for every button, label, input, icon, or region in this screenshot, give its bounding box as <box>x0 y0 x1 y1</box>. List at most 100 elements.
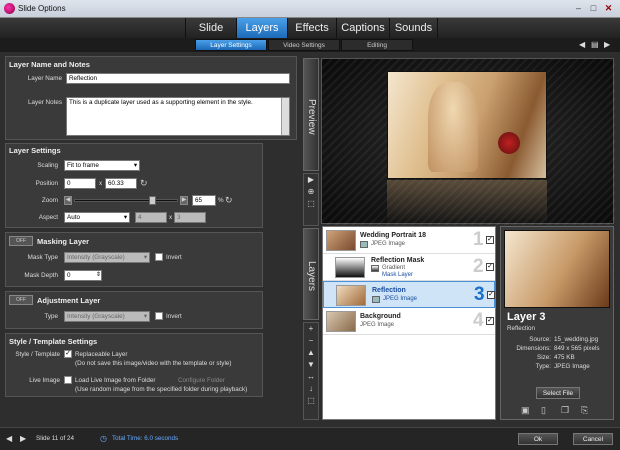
layer-tools: + − ▲ ▼ ↔ ↓ ⬚ <box>303 322 319 420</box>
replaceable-layer-checkbox[interactable]: ✓ <box>64 350 72 358</box>
layer-visible-checkbox[interactable]: ✓ <box>486 263 494 271</box>
close-icon[interactable]: ✕ <box>602 2 615 15</box>
play-icon[interactable]: ▶ <box>304 174 318 186</box>
paste-icon[interactable]: ⎘ <box>581 405 588 416</box>
layer-notes-label: Layer Notes <box>28 99 62 106</box>
position-separator: x <box>99 180 103 187</box>
section-heading: Layer Name and Notes <box>9 60 90 69</box>
adjustment-type-label: Type <box>44 313 58 320</box>
add-layer-icon[interactable]: + <box>304 323 318 335</box>
layer-item[interactable]: Wedding Portrait 18 JPEG Image 1 ✓ <box>323 227 495 254</box>
layer-visible-checkbox[interactable]: ✓ <box>486 317 494 325</box>
move-up-icon[interactable]: ▲ <box>304 347 318 359</box>
move-down-icon[interactable]: ▼ <box>304 359 318 371</box>
aspect-select[interactable]: Auto ▾ <box>64 212 130 223</box>
configure-folder-button[interactable]: Configure Folder <box>178 377 225 384</box>
next-arrow-icon[interactable]: ▶ <box>604 40 610 49</box>
zoom-slider-track[interactable] <box>74 196 178 205</box>
tab-layers[interactable]: Layers <box>236 18 287 38</box>
load-live-image-checkbox[interactable] <box>64 376 72 384</box>
arrow-down-icon[interactable]: ↓ <box>304 383 318 395</box>
preview-photo <box>387 71 547 179</box>
masking-toggle[interactable]: OFF <box>9 236 33 246</box>
layers-tab[interactable]: Layers <box>303 228 319 320</box>
mask-type-select-value: Intensity (Grayscale) <box>67 254 125 261</box>
maximize-icon[interactable]: □ <box>587 2 600 15</box>
dimensions-label: Dimensions: <box>516 345 551 352</box>
zoom-slider-handle[interactable] <box>149 196 156 205</box>
layer-item-selected[interactable]: Reflection JPEG Image 3 ✓ <box>323 281 495 308</box>
layer-item[interactable]: Reflection Mask Gradient Mask Layer 2 ✓ <box>323 254 495 281</box>
prev-slide-icon[interactable]: ◀ <box>6 434 12 443</box>
scaling-select[interactable]: Fit to frame ▾ <box>64 160 140 171</box>
preview-tab[interactable]: Preview <box>303 58 319 171</box>
zoom-decrease-icon[interactable]: ◀ <box>64 196 72 205</box>
tab-slide[interactable]: Slide <box>185 18 236 38</box>
layout-icon[interactable]: ▤ <box>591 40 599 49</box>
cancel-button[interactable]: Cancel <box>573 433 613 445</box>
tab-effects[interactable]: Effects <box>287 18 336 38</box>
type-label: Type: <box>535 363 551 370</box>
mask-type-select[interactable]: Intensity (Grayscale) ▾ <box>64 252 150 263</box>
layer-item-extra: Mask Layer <box>382 272 414 278</box>
zoom-icon[interactable]: ⊕ <box>304 186 318 198</box>
preview-canvas[interactable] <box>321 58 615 225</box>
layer-notes-textarea[interactable]: This is a duplicate layer used as a supp… <box>66 97 290 136</box>
ok-button[interactable]: Ok <box>518 433 558 445</box>
edit-image-icon[interactable]: ▣ <box>521 405 530 416</box>
reset-zoom-icon[interactable]: ↻ <box>225 195 233 206</box>
layer-number: 2 <box>473 256 484 277</box>
total-time: Total Time: 6.0 seconds <box>112 435 179 442</box>
load-live-image-label: Load Live Image from Folder <box>75 377 156 384</box>
chevron-down-icon: ▾ <box>123 214 127 221</box>
layer-visible-checkbox[interactable]: ✓ <box>487 291 495 299</box>
layer-name-input[interactable]: Reflection <box>66 73 290 84</box>
select-tool-icon[interactable]: ⬚ <box>304 198 318 210</box>
layer-item-name: Background <box>360 313 401 320</box>
window-title: Slide Options <box>18 4 66 13</box>
reset-position-icon[interactable]: ↻ <box>140 178 148 189</box>
select-tool-icon[interactable]: ⬚ <box>304 395 318 407</box>
notes-scrollbar[interactable] <box>281 98 289 135</box>
adjustment-toggle[interactable]: OFF <box>9 295 33 305</box>
source-value: 15_wedding.jpg <box>554 336 599 343</box>
position-y-input[interactable]: 60.33 <box>105 178 137 189</box>
layer-visible-checkbox[interactable]: ✓ <box>486 236 494 244</box>
tab-captions[interactable]: Captions <box>336 18 389 38</box>
layer-info-thumbnail <box>504 230 610 308</box>
aspect-select-value: Auto <box>67 214 80 221</box>
mask-depth-label: Mask Depth <box>24 272 58 279</box>
minimize-icon[interactable]: – <box>572 2 585 15</box>
remove-layer-icon[interactable]: − <box>304 335 318 347</box>
aspect-height-input[interactable]: 3 <box>174 212 206 223</box>
file-icon[interactable]: ▯ <box>541 405 546 416</box>
adjustment-type-select-value: Intensity (Grayscale) <box>67 313 125 320</box>
preview-tools: ▶ ⊕ ⬚ <box>303 173 319 226</box>
align-icon[interactable]: ↔ <box>304 371 318 383</box>
subtab-video-settings[interactable]: Video Settings <box>268 39 340 51</box>
adjustment-invert-checkbox[interactable] <box>155 312 163 320</box>
subtab-layer-settings[interactable]: Layer Settings <box>195 39 267 51</box>
prev-arrow-icon[interactable]: ◀ <box>579 40 585 49</box>
chevron-down-icon: ▾ <box>143 254 147 261</box>
subtab-editing[interactable]: Editing <box>341 39 413 51</box>
adjustment-invert-label: Invert <box>166 313 182 320</box>
layer-item-type: Gradient <box>382 265 406 271</box>
zoom-input[interactable]: 65 <box>192 195 216 206</box>
position-x-input[interactable]: 0 <box>64 178 96 189</box>
spinner-icon[interactable]: ⇕ <box>96 271 101 278</box>
aspect-width-input[interactable]: 4 <box>135 212 167 223</box>
layer-item[interactable]: Background JPEG Image 4 ✓ <box>323 308 495 335</box>
zoom-increase-icon[interactable]: ▶ <box>180 196 188 205</box>
layer-thumbnail <box>326 311 356 332</box>
aspect-label: Aspect <box>38 214 58 221</box>
size-value: 475 KB <box>554 354 575 361</box>
select-file-button[interactable]: Select File <box>536 387 580 399</box>
slide-options-window: Slide Options – □ ✕ Slide Layers Effects… <box>0 0 620 450</box>
mask-invert-checkbox[interactable] <box>155 253 163 261</box>
tab-sounds[interactable]: Sounds <box>389 18 438 38</box>
adjustment-type-select[interactable]: Intensity (Grayscale) ▾ <box>64 311 150 322</box>
copy-icon[interactable]: ❐ <box>561 405 569 416</box>
next-slide-icon[interactable]: ▶ <box>20 434 26 443</box>
size-label: Size: <box>537 354 551 361</box>
